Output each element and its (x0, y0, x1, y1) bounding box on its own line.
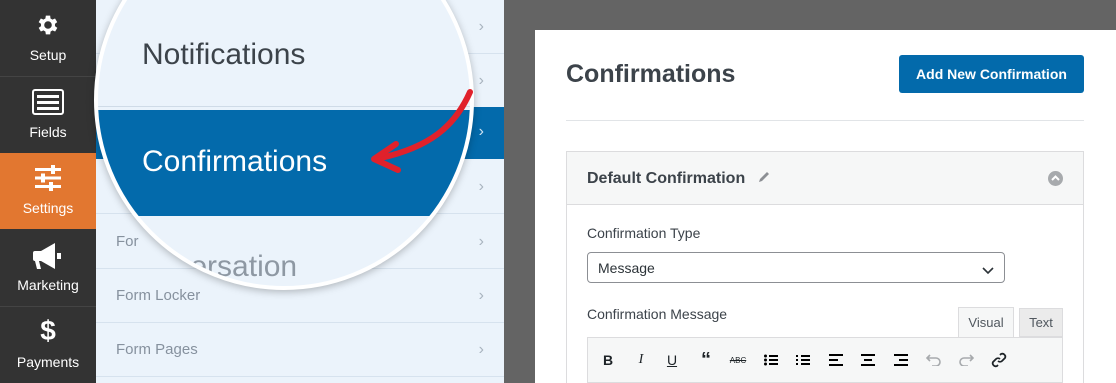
add-new-confirmation-button[interactable]: Add New Confirmation (899, 55, 1084, 93)
align-center-icon[interactable] (858, 351, 878, 369)
redo-icon[interactable] (956, 351, 976, 369)
align-right-icon[interactable] (891, 351, 911, 369)
list-icon (0, 89, 96, 117)
pencil-icon[interactable] (757, 170, 771, 189)
magnified-conversational-label: onversation (142, 250, 298, 283)
chevron-right-icon: › (478, 18, 484, 35)
chevron-down-icon (982, 262, 994, 280)
sidebar-item-marketing[interactable]: Marketing (0, 230, 96, 306)
chevron-right-icon: › (478, 178, 484, 195)
submenu-item-form-pages[interactable]: Form Pages › (96, 323, 504, 377)
sidebar-item-label: Payments (16, 354, 80, 370)
chevron-right-icon: › (478, 233, 484, 250)
bullet-list-icon[interactable] (761, 351, 781, 369)
confirmation-type-select[interactable]: Message (587, 252, 1005, 283)
divider (566, 120, 1084, 121)
annotation-arrow-icon (371, 89, 473, 173)
submenu-item-label: Form Pages (116, 341, 198, 358)
blockquote-icon[interactable]: “ (696, 349, 716, 371)
sidebar-item-label: Fields (29, 124, 67, 140)
align-left-icon[interactable] (826, 351, 846, 369)
sliders-icon (0, 165, 96, 193)
confirmation-box-title: Default Confirmation (587, 170, 746, 187)
strikethrough-icon[interactable]: ABC (728, 351, 748, 369)
megaphone-icon (0, 242, 96, 270)
underline-icon[interactable]: U (662, 351, 682, 369)
chevron-right-icon: › (478, 341, 484, 358)
chevron-up-icon[interactable] (1048, 171, 1063, 186)
sidebar-item-label: Setup (29, 47, 67, 63)
tab-visual[interactable]: Visual (958, 307, 1014, 337)
link-icon[interactable] (989, 351, 1009, 369)
italic-icon[interactable]: I (631, 351, 651, 369)
sidebar-item-label: Settings (22, 200, 74, 216)
submenu-item-label: For (116, 233, 139, 250)
sidebar-item-setup[interactable]: Setup (0, 0, 96, 76)
bold-icon[interactable]: B (598, 351, 618, 369)
sidebar-item-label: Marketing (17, 277, 79, 293)
sidebar-item-fields[interactable]: Fields (0, 77, 96, 153)
confirmation-message-label: Confirmation Message (587, 306, 728, 322)
editor-toolbar: B I U “ ABC (587, 337, 1063, 383)
undo-icon[interactable] (924, 351, 944, 369)
page-title: Confirmations (566, 60, 736, 88)
numbered-list-icon[interactable] (793, 351, 813, 369)
tab-text[interactable]: Text (1019, 308, 1063, 337)
submenu-item-label: Form Locker (116, 287, 201, 304)
magnified-notifications-label: Notifications (142, 38, 306, 71)
chevron-right-icon: › (478, 287, 484, 304)
sidebar-item-settings[interactable]: Settings (0, 153, 96, 229)
sidebar-item-payments[interactable]: $ Payments (0, 307, 96, 383)
confirmation-box-header[interactable]: Default Confirmation (566, 151, 1084, 205)
confirmation-type-label: Confirmation Type (587, 225, 701, 241)
dollar-icon: $ (40, 315, 56, 346)
admin-icon-bar: Setup Fields Settings Marketing $ Paymen… (0, 0, 96, 383)
gear-icon (0, 12, 96, 40)
select-value: Message (598, 260, 655, 276)
magnified-confirmations-label: Confirmations (142, 145, 328, 178)
